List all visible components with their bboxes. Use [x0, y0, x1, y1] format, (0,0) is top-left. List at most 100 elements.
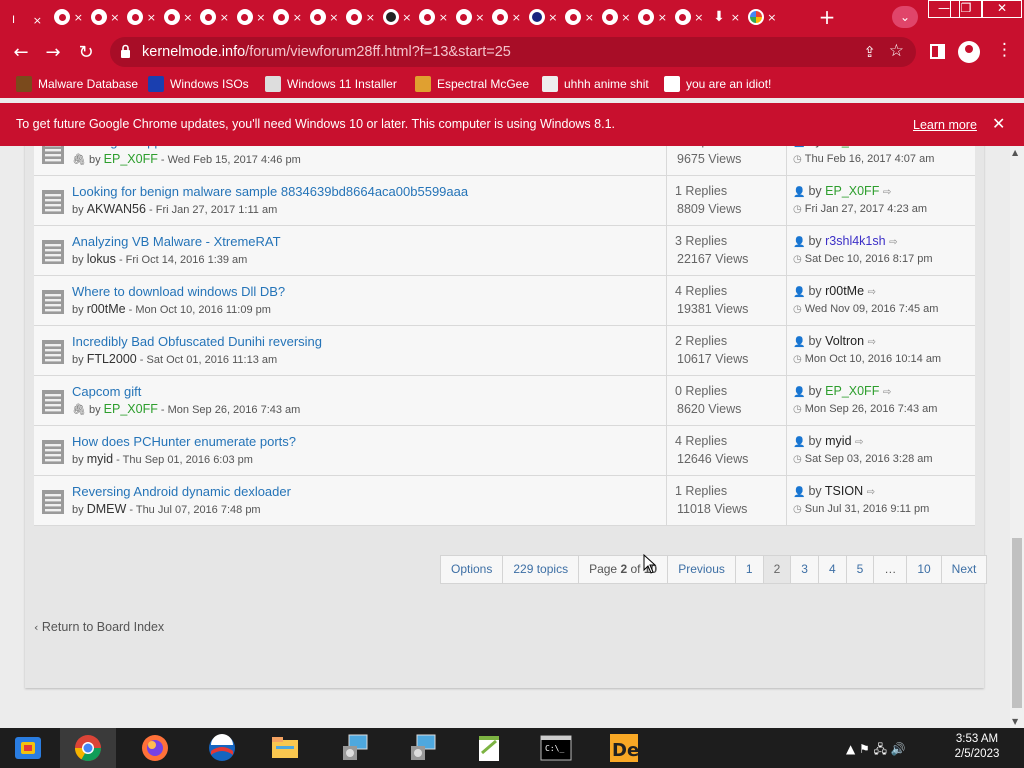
restore-button[interactable]: ❐: [950, 0, 982, 18]
tab[interactable]: ×: [595, 6, 631, 28]
tab-search-button[interactable]: ⌄: [892, 6, 918, 28]
tab[interactable]: ×: [741, 6, 777, 28]
go-to-last-post-icon[interactable]: ⇨: [868, 337, 876, 348]
tab-close-icon[interactable]: ×: [621, 11, 630, 24]
obama-icon[interactable]: [194, 728, 250, 768]
notepad-icon[interactable]: [461, 728, 517, 768]
last-author-link[interactable]: Voltron: [825, 334, 864, 348]
tab-close-icon[interactable]: ×: [658, 11, 667, 24]
new-tab-button[interactable]: +: [816, 6, 838, 28]
tab-close-icon[interactable]: ×: [731, 11, 740, 24]
url-text[interactable]: kernelmode.info/forum/viewforum28ff.html…: [142, 44, 511, 60]
address-bar[interactable]: kernelmode.info/forum/viewforum28ff.html…: [110, 37, 916, 67]
chrome-icon[interactable]: [60, 728, 116, 768]
return-to-board-index-link[interactable]: ‹ Return to Board Index: [34, 620, 164, 634]
topic-author-link[interactable]: DMEW: [87, 502, 127, 516]
chrome-menu-icon[interactable]: ⋮: [996, 40, 1013, 60]
back-button[interactable]: ←: [8, 40, 34, 66]
bookmark-item[interactable]: you are an idiot!: [664, 74, 771, 94]
last-author-link[interactable]: EP_X0FF: [825, 184, 879, 198]
tab[interactable]: ×: [449, 6, 485, 28]
tab[interactable]: ×: [230, 6, 266, 28]
tab[interactable]: ×: [412, 6, 448, 28]
tab-close-icon[interactable]: ×: [110, 11, 119, 24]
topic-title-link[interactable]: Incredibly Bad Obfuscated Dunihi reversi…: [72, 334, 322, 349]
tab[interactable]: ×: [631, 6, 667, 28]
tab-close-icon[interactable]: ×: [293, 11, 302, 24]
last-author-link[interactable]: r00tMe: [825, 284, 864, 298]
last-author-link[interactable]: EP_X0FF: [825, 146, 879, 148]
de-app-icon[interactable]: De: [596, 728, 652, 768]
go-to-last-post-icon[interactable]: ⇨: [883, 146, 891, 148]
topic-title-link[interactable]: Where to download windows Dll DB?: [72, 284, 285, 299]
tab[interactable]: ⬇ ×: [704, 6, 740, 28]
go-to-last-post-icon[interactable]: ⇨: [883, 187, 891, 198]
installer2-icon[interactable]: [395, 728, 451, 768]
tab[interactable]: ×: [522, 6, 558, 28]
tab[interactable]: ×: [157, 6, 193, 28]
scroll-down-icon[interactable]: ▼: [1012, 717, 1018, 726]
page-link-3[interactable]: 3: [791, 556, 819, 583]
bookmark-item[interactable]: Malware Database: [16, 74, 138, 94]
topic-author-link[interactable]: lokus: [87, 252, 116, 266]
tab-close-icon[interactable]: ×: [512, 11, 521, 24]
firefox-icon[interactable]: [127, 728, 183, 768]
installer-icon[interactable]: [327, 728, 383, 768]
last-author-link[interactable]: EP_X0FF: [825, 384, 879, 398]
last-author-link[interactable]: r3shl4k1sh: [825, 234, 885, 248]
topic-author-link[interactable]: r00tMe: [87, 302, 126, 316]
file-explorer-icon[interactable]: [257, 728, 313, 768]
forward-button[interactable]: →: [40, 40, 66, 66]
topic-author-link[interactable]: FTL2000: [87, 352, 137, 366]
tab[interactable]: ×: [303, 6, 339, 28]
topic-author-link[interactable]: myid: [87, 452, 113, 466]
tab-close-icon[interactable]: ×: [767, 11, 776, 24]
page-link-4[interactable]: 4: [819, 556, 847, 583]
infobar-close-icon[interactable]: ✕: [992, 114, 1005, 133]
next-page-button[interactable]: Next: [942, 556, 987, 583]
taskbar-clock[interactable]: 3:53 AM 2/5/2023: [942, 732, 1012, 762]
topic-title-link[interactable]: Analyzing VB Malware - XtremeRAT: [72, 234, 281, 249]
previous-page-button[interactable]: Previous: [668, 556, 736, 583]
scrollbar-thumb[interactable]: [1012, 538, 1022, 708]
topic-author-link[interactable]: AKWAN56: [87, 202, 146, 216]
window-close-button[interactable]: ✕: [982, 0, 1022, 18]
go-to-last-post-icon[interactable]: ⇨: [868, 287, 876, 298]
page-link-1[interactable]: 1: [736, 556, 764, 583]
topic-author-link[interactable]: EP_X0FF: [104, 152, 158, 166]
tab-close-icon[interactable]: ×: [147, 11, 156, 24]
scroll-up-icon[interactable]: ▲: [1012, 148, 1018, 157]
bookmark-item[interactable]: Windows ISOs: [148, 74, 249, 94]
bookmark-item[interactable]: Espectral McGee: [415, 74, 529, 94]
tab-close-icon[interactable]: ×: [402, 11, 411, 24]
go-to-last-post-icon[interactable]: ⇨: [883, 387, 891, 398]
tab[interactable]: ×: [485, 6, 521, 28]
learn-more-link[interactable]: Learn more: [913, 118, 977, 132]
lock-icon[interactable]: [120, 44, 131, 58]
profile-avatar-icon[interactable]: [958, 41, 980, 63]
tab[interactable]: ×: [120, 6, 156, 28]
tab-close-icon[interactable]: ×: [220, 11, 229, 24]
tab-active[interactable]: I ×: [2, 6, 44, 34]
bookmark-star-icon[interactable]: ☆: [889, 41, 904, 61]
go-to-last-post-icon[interactable]: ⇨: [889, 237, 897, 248]
topic-title-link[interactable]: Reversing Android dynamic dexloader: [72, 484, 291, 499]
bookmark-item[interactable]: Windows 11 Installer: [265, 74, 397, 94]
bookmark-item[interactable]: uhhh anime shit: [542, 74, 649, 94]
page-link-5[interactable]: 5: [847, 556, 875, 583]
go-to-last-post-icon[interactable]: ⇨: [867, 487, 875, 498]
tab-close-icon[interactable]: ×: [548, 11, 557, 24]
tab[interactable]: ×: [339, 6, 375, 28]
reload-button[interactable]: ↻: [73, 40, 99, 66]
share-icon[interactable]: ⇪: [863, 43, 876, 61]
tab-close-icon[interactable]: ×: [183, 11, 192, 24]
tab-close-icon[interactable]: ×: [694, 11, 703, 24]
tab-close-icon[interactable]: ×: [74, 11, 83, 24]
page-link-2[interactable]: 2: [763, 556, 792, 583]
explorer-settings-icon[interactable]: [0, 728, 56, 768]
options-button[interactable]: Options: [441, 556, 504, 583]
topic-title-link[interactable]: How does PCHunter enumerate ports?: [72, 434, 296, 449]
topic-title-link[interactable]: Capcom gift: [72, 384, 141, 399]
tab-close-icon[interactable]: ×: [475, 11, 484, 24]
side-panel-icon[interactable]: [930, 44, 945, 59]
